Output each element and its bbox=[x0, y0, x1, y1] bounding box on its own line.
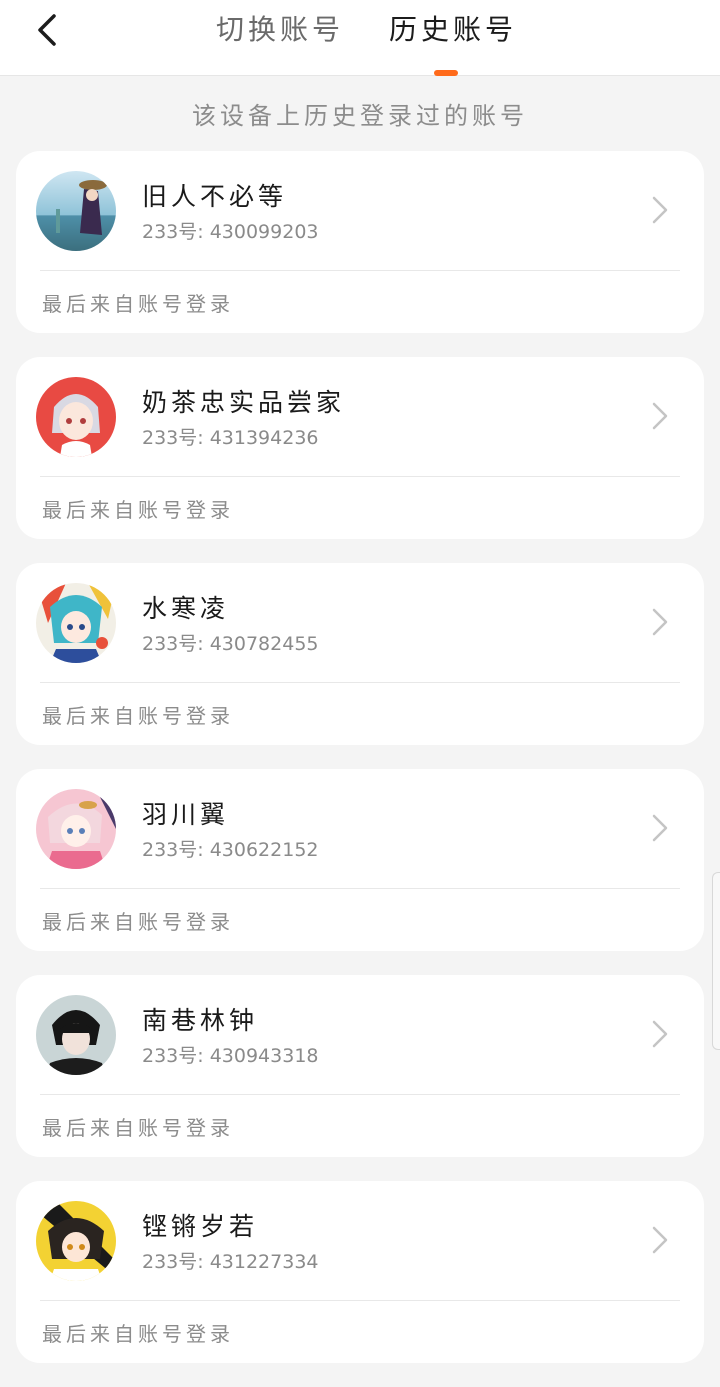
active-tab-indicator bbox=[434, 70, 458, 76]
account-card[interactable]: 旧人不必等 233号: 430099203 最后来自账号登录 bbox=[16, 151, 704, 333]
chevron-right-icon bbox=[652, 1020, 668, 1048]
account-list: 旧人不必等 233号: 430099203 最后来自账号登录 奶茶忠实品尝家 2… bbox=[16, 151, 704, 1387]
divider bbox=[40, 1094, 680, 1095]
chevron-right-icon bbox=[652, 814, 668, 842]
page-subtitle: 该设备上历史登录过的账号 bbox=[192, 102, 528, 130]
account-id: 233号: 430622152 bbox=[142, 839, 319, 861]
account-id: 233号: 430099203 bbox=[142, 221, 319, 243]
account-name: 旧人不必等 bbox=[142, 182, 288, 211]
account-card[interactable]: 奶茶忠实品尝家 233号: 431394236 最后来自账号登录 bbox=[16, 357, 704, 539]
scrollbar-handle[interactable] bbox=[712, 872, 720, 1050]
account-id: 233号: 431227334 bbox=[142, 1251, 319, 1273]
account-card[interactable]: 南巷林钟 233号: 430943318 最后来自账号登录 bbox=[16, 975, 704, 1157]
chevron-right-icon bbox=[652, 608, 668, 636]
divider bbox=[40, 682, 680, 683]
login-source: 最后来自账号登录 bbox=[42, 292, 234, 316]
chevron-right-icon bbox=[652, 1226, 668, 1254]
account-name: 水寒凌 bbox=[142, 594, 230, 623]
login-source: 最后来自账号登录 bbox=[42, 704, 234, 728]
divider bbox=[40, 888, 680, 889]
login-source: 最后来自账号登录 bbox=[42, 1116, 234, 1140]
avatar bbox=[36, 1201, 116, 1281]
tab-history-account[interactable]: 历史账号 bbox=[389, 8, 517, 52]
chevron-left-icon bbox=[38, 14, 56, 46]
avatar bbox=[36, 995, 116, 1075]
back-button[interactable] bbox=[26, 8, 70, 52]
chevron-right-icon bbox=[652, 196, 668, 224]
avatar bbox=[36, 789, 116, 869]
login-source: 最后来自账号登录 bbox=[42, 498, 234, 522]
account-name: 南巷林钟 bbox=[142, 1006, 259, 1035]
divider bbox=[40, 270, 680, 271]
account-card[interactable]: 羽川翼 233号: 430622152 最后来自账号登录 bbox=[16, 769, 704, 951]
avatar bbox=[36, 377, 116, 457]
account-name: 羽川翼 bbox=[142, 800, 230, 829]
account-card[interactable]: 铿锵岁若 233号: 431227334 最后来自账号登录 bbox=[16, 1181, 704, 1363]
avatar bbox=[36, 171, 116, 251]
divider bbox=[40, 476, 680, 477]
account-id: 233号: 431394236 bbox=[142, 427, 319, 449]
chevron-right-icon bbox=[652, 402, 668, 430]
avatar bbox=[36, 583, 116, 663]
account-id: 233号: 430782455 bbox=[142, 633, 319, 655]
account-name: 铿锵岁若 bbox=[142, 1212, 259, 1241]
login-source: 最后来自账号登录 bbox=[42, 910, 234, 934]
account-name: 奶茶忠实品尝家 bbox=[142, 388, 346, 417]
login-source: 最后来自账号登录 bbox=[42, 1322, 234, 1346]
top-bar: 切换账号 历史账号 bbox=[0, 0, 720, 76]
tab-switch-account[interactable]: 切换账号 bbox=[216, 8, 344, 52]
account-card[interactable]: 水寒凌 233号: 430782455 最后来自账号登录 bbox=[16, 563, 704, 745]
divider bbox=[40, 1300, 680, 1301]
account-id: 233号: 430943318 bbox=[142, 1045, 319, 1067]
